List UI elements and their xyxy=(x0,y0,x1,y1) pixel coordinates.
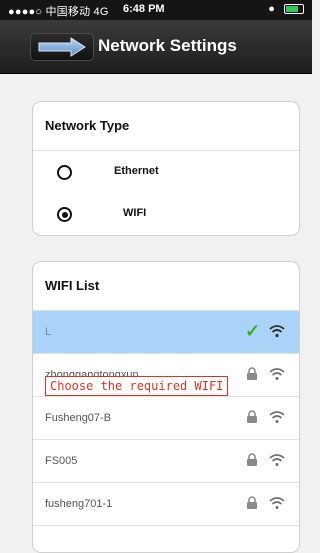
option-wifi[interactable]: WIFI xyxy=(33,193,299,235)
instruction-annotation: Choose the required WIFI xyxy=(45,376,229,396)
lock-icon xyxy=(247,367,257,380)
wifi-item[interactable]: FS005 xyxy=(33,440,299,483)
lock-icon xyxy=(247,410,257,423)
wifi-signal-icon xyxy=(269,497,285,509)
lock-icon xyxy=(247,496,257,509)
status-bar: ●●●●○ 中国移动 4G 6:48 PM ● xyxy=(0,0,312,20)
wifi-signal-icon xyxy=(269,325,285,338)
radio-wifi[interactable] xyxy=(57,207,72,222)
status-icons: ● xyxy=(268,3,304,15)
wifi-label: WIFI xyxy=(123,207,147,219)
back-button[interactable] xyxy=(30,33,94,61)
option-ethernet[interactable]: Ethernet xyxy=(33,151,299,193)
wifi-item[interactable]: L ✓ xyxy=(33,311,299,354)
wifi-item[interactable]: fusheng701-1 xyxy=(33,483,299,526)
right-arrow-icon xyxy=(38,37,86,57)
wifi-name: fusheng701-1 xyxy=(45,498,113,510)
ethernet-label: Ethernet xyxy=(114,165,159,177)
lock-icon xyxy=(247,453,257,466)
network-type-card: Network Type Ethernet WIFI xyxy=(32,101,300,236)
network-type-heading: Network Type xyxy=(33,102,299,151)
wifi-name: L xyxy=(45,326,52,338)
checkmark-icon: ✓ xyxy=(245,321,261,341)
page-title: Network Settings xyxy=(98,36,237,55)
wifi-signal-icon xyxy=(269,454,285,466)
battery-icon xyxy=(284,4,304,15)
wifi-signal-icon xyxy=(269,411,285,423)
wifi-list-heading: WIFI List xyxy=(33,262,299,311)
alarm-icon: ● xyxy=(268,3,275,15)
carrier-signal: ●●●●○ 中国移动 4G xyxy=(8,6,109,18)
wifi-item[interactable]: Fusheng07-B xyxy=(33,397,299,440)
navigation-bar: Network Settings xyxy=(0,20,312,74)
wifi-signal-icon xyxy=(269,368,285,380)
wifi-list-card: WIFI List L ✓ zhonggangtongxun Fusheng07… xyxy=(32,261,300,553)
wifi-name: FS005 xyxy=(45,455,78,467)
radio-ethernet[interactable] xyxy=(57,165,72,180)
wifi-name: Fusheng07-B xyxy=(45,412,112,424)
status-time: 6:48 PM xyxy=(123,3,165,15)
